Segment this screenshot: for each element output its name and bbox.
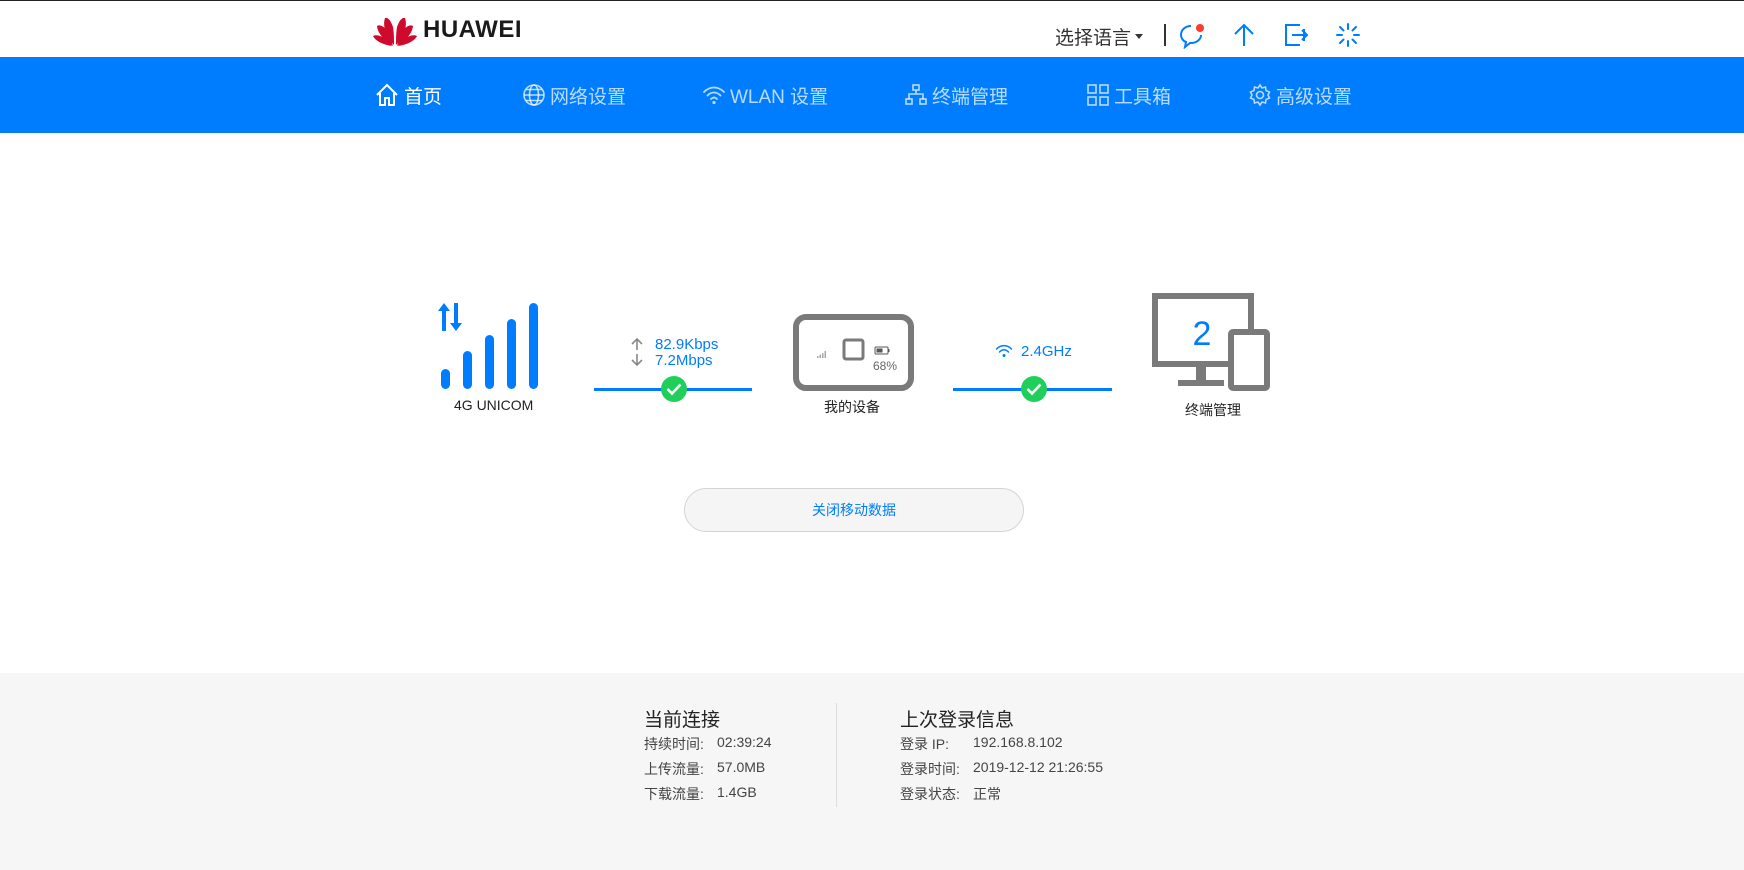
check-icon [661,376,687,402]
upload-speed: 82.9Kbps [655,336,719,353]
huawei-logo[interactable]: HUAWEI [373,13,522,47]
nav-item-label: 网络设置 [550,86,627,108]
login-status-label: 登录状态: [900,786,960,802]
network-operator-label: 4G UNICOM [454,397,534,413]
update-icon[interactable] [1230,21,1258,49]
gear-icon [1249,83,1271,107]
nav-item-label: 终端管理 [932,86,1009,108]
main-nav: 首页 网络设置 WLAN 设置 终端管理 工具箱 高级设置 [0,57,1744,133]
duration-label: 持续时间: [644,736,704,752]
check-icon [1021,376,1047,402]
upload-traffic-label: 上传流量: [644,761,704,777]
header-divider [1164,24,1166,46]
login-ip-value: 192.168.8.102 [973,734,1063,750]
language-label: 选择语言 [1055,28,1132,49]
signal-strength-icon[interactable] [438,301,556,393]
loading-icon[interactable] [1334,21,1362,49]
nav-item-label: 高级设置 [1276,86,1353,108]
header: HUAWEI 选择语言 [0,1,1744,57]
nav-item-label: WLAN 设置 [730,86,829,108]
nav-item-home[interactable]: 首页 [374,81,442,109]
nav-item-terminal-management[interactable]: 终端管理 [904,81,1008,109]
login-time-label: 登录时间: [900,761,960,777]
duration-value: 02:39:24 [717,734,772,750]
upload-traffic-value: 57.0MB [717,759,766,775]
download-traffic-value: 1.4GB [717,784,757,800]
status-panel: 4G UNICOM 82.9Kbps 7.2Mbps 68% 我的设备 2.4G… [0,133,1744,673]
brand-name: HUAWEI [423,16,522,43]
chevron-down-icon [1135,34,1144,39]
device-label: 我的设备 [824,399,880,415]
nav-item-label: 首页 [404,86,443,108]
nav-item-label: 工具箱 [1114,86,1172,108]
nav-item-network-settings[interactable]: 网络设置 [522,81,626,109]
current-connection-title: 当前连接 [644,710,721,731]
login-status-value: 正常 [973,786,1001,802]
battery-level: 68% [873,359,898,373]
nav-item-toolbox[interactable]: 工具箱 [1086,81,1171,109]
wifi-small-icon [995,344,1013,357]
wifi-band: 2.4GHz [1021,343,1072,360]
disable-mobile-data-button[interactable]: 关闭移动数据 [684,488,1024,532]
terminal-management-widget[interactable]: 2 [1152,293,1274,397]
home-icon [376,83,398,106]
terminal-label: 终端管理 [1185,402,1241,418]
last-login-title: 上次登录信息 [900,710,1015,731]
huawei-flower-icon [373,17,417,46]
globe-icon [523,84,545,106]
client-count: 2 [1192,315,1212,353]
language-selector[interactable]: 选择语言 [1055,23,1144,50]
download-speed: 7.2Mbps [655,352,713,369]
message-icon[interactable] [1178,21,1206,49]
login-ip-label: 登录 IP: [900,736,950,752]
router-device-icon[interactable] [793,314,914,391]
logout-icon[interactable] [1282,21,1310,49]
footer-info: 当前连接 持续时间: 02:39:24 上传流量: 57.0MB 下载流量: 1… [0,673,1744,870]
toolbox-icon [1087,84,1109,106]
login-time-value: 2019-12-12 21:26:55 [973,759,1103,775]
up-down-arrows-icon [631,337,643,367]
nav-item-wlan-settings[interactable]: WLAN 设置 [702,81,828,109]
download-traffic-label: 下载流量: [644,786,704,802]
nav-item-advanced-settings[interactable]: 高级设置 [1248,81,1352,109]
footer-divider [836,703,837,807]
wifi-icon [703,86,725,105]
network-tree-icon [905,84,927,105]
